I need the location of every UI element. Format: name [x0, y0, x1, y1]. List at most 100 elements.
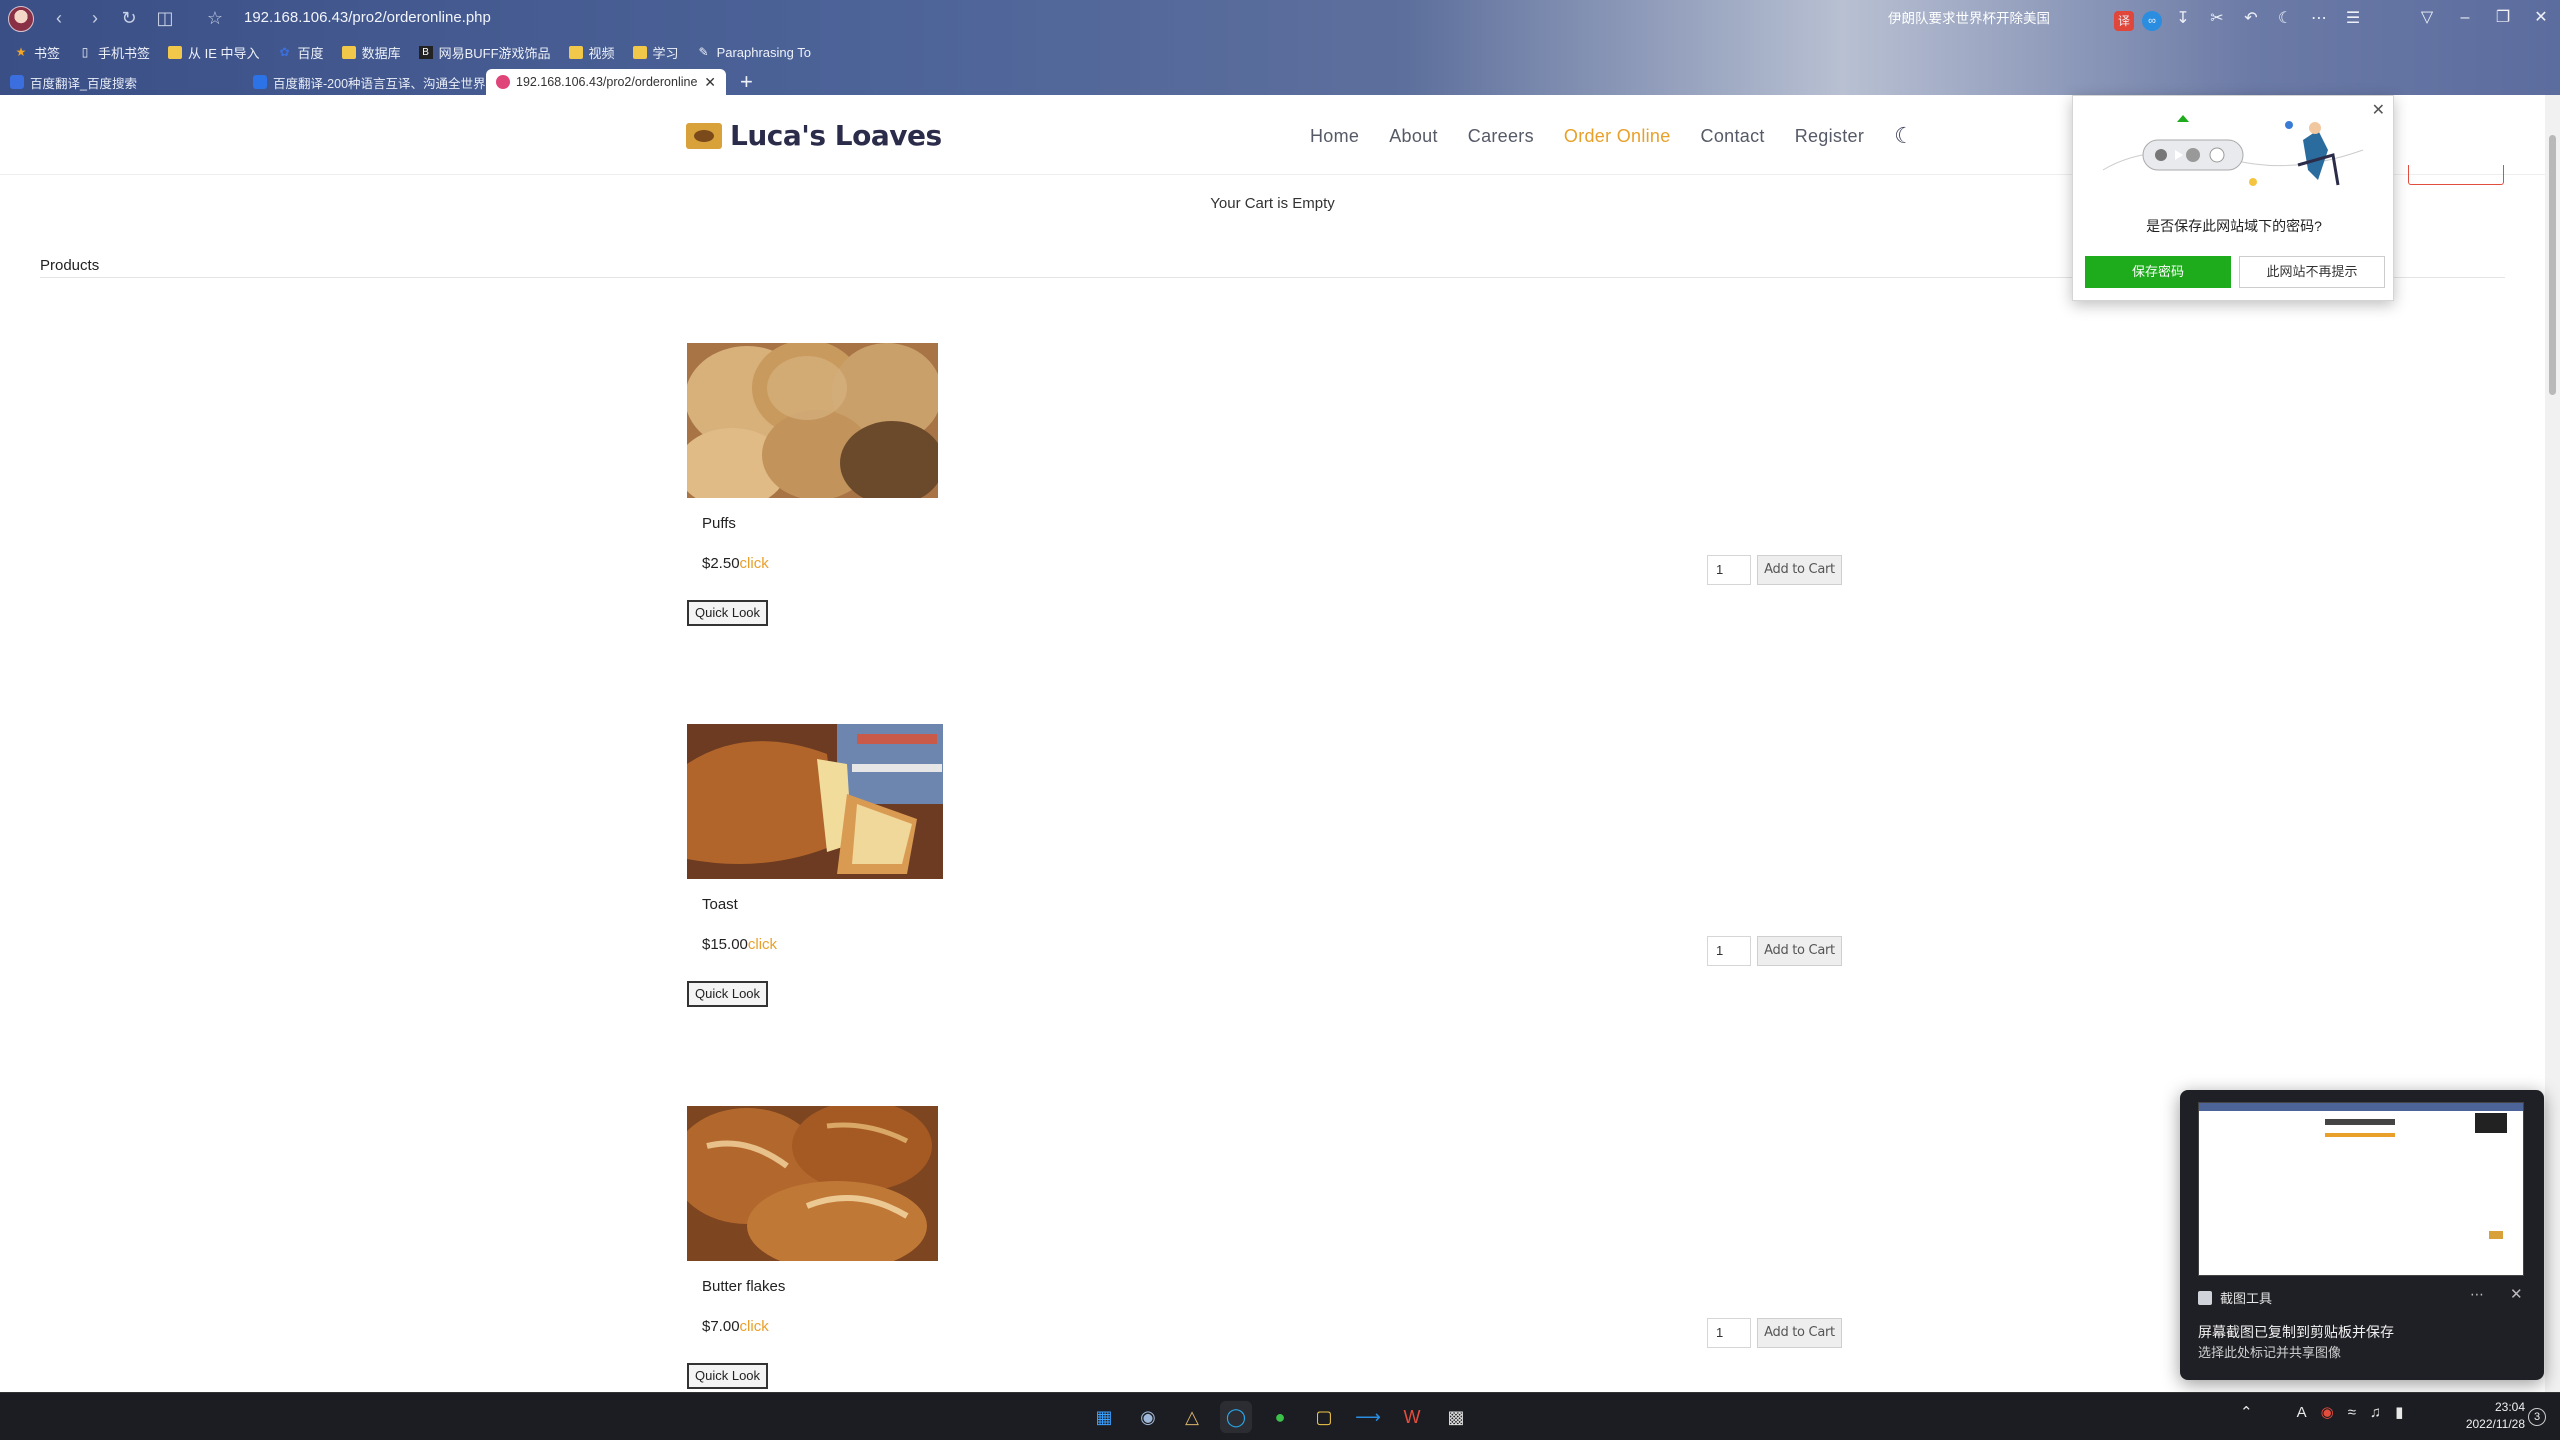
product-image-butter-flakes[interactable]	[687, 1106, 938, 1261]
minimize-icon[interactable]: –	[2446, 4, 2484, 32]
add-to-cart-button[interactable]: Add to Cart	[1757, 1318, 1842, 1348]
cut-icon[interactable]: ✂	[2204, 6, 2230, 32]
buff-icon: B	[418, 45, 433, 59]
dark-mode-toggle-icon[interactable]: ☾	[1894, 123, 1914, 149]
product-name: Puffs	[702, 515, 736, 532]
extension-icon[interactable]: ∞	[2142, 10, 2162, 31]
profile-avatar[interactable]	[8, 6, 34, 32]
tab-strip: 百度翻译_百度搜索 百度翻译-200种语言互译、沟通全世界 192.168.10…	[0, 67, 2560, 95]
nav-register[interactable]: Register	[1795, 126, 1864, 147]
night-mode-icon[interactable]: ☾	[2272, 6, 2298, 32]
quantity-input[interactable]: 1	[1707, 936, 1751, 966]
bookmark-item[interactable]: B 网易BUFF游戏饰品	[418, 43, 551, 62]
forward-icon[interactable]: ›	[84, 7, 106, 29]
screenshot-thumbnail[interactable]	[2198, 1102, 2524, 1276]
input-method-icon[interactable]: A	[2297, 1404, 2307, 1421]
wechat-icon[interactable]: ●	[1264, 1401, 1296, 1433]
terminal-icon[interactable]: ▩	[1440, 1401, 1472, 1433]
pin-icon[interactable]: ▽	[2408, 4, 2446, 32]
nav-careers[interactable]: Careers	[1468, 126, 1534, 147]
clock-date: 2022/11/28	[2465, 1417, 2525, 1431]
product-card: Toast $15.00click Quick Look 1 Add to Ca…	[687, 724, 1842, 1024]
sidebar-toggle-icon[interactable]: ◫	[154, 7, 176, 29]
product-click-link[interactable]: click	[748, 936, 777, 953]
close-tab-icon[interactable]: ✕	[704, 74, 716, 91]
dismiss-notification-icon[interactable]: ✕	[2510, 1285, 2523, 1303]
product-price: $7.00	[702, 1318, 740, 1335]
product-image-toast[interactable]	[687, 724, 943, 879]
wifi-icon[interactable]: ≈	[2348, 1404, 2356, 1421]
bookmark-star-icon[interactable]: ☆	[204, 7, 226, 29]
site-logo[interactable]: Luca's Loaves	[686, 119, 942, 152]
product-price-row: $15.00click	[702, 936, 777, 953]
quantity-input[interactable]: 1	[1707, 1318, 1751, 1348]
download-icon[interactable]: ↧	[2170, 6, 2196, 32]
vscode-icon[interactable]: ⟶	[1352, 1401, 1384, 1433]
start-icon[interactable]: ▦	[1088, 1401, 1120, 1433]
product-image-puffs[interactable]	[687, 343, 938, 498]
header-button-partial[interactable]	[2408, 165, 2504, 185]
bookmark-item[interactable]: ▯ 手机书签	[78, 43, 150, 62]
nav-contact[interactable]: Contact	[1701, 126, 1765, 147]
browser-app-icon[interactable]: ◯	[1220, 1401, 1252, 1433]
tab-baidu-translate[interactable]: 百度翻译-200种语言互译、沟通全世界	[243, 69, 486, 95]
more-icon[interactable]: ⋯	[2306, 6, 2332, 32]
back-icon[interactable]: ‹	[48, 7, 70, 29]
file-explorer-icon[interactable]: ▢	[1308, 1401, 1340, 1433]
new-tab-icon[interactable]: +	[740, 69, 753, 95]
product-price-row: $7.00click	[702, 1318, 769, 1335]
notification-badge[interactable]: 3	[2528, 1408, 2546, 1426]
undo-icon[interactable]: ↶	[2238, 6, 2264, 32]
quick-look-button[interactable]: Quick Look	[687, 600, 769, 626]
reload-icon[interactable]: ↻	[118, 7, 140, 29]
product-click-link[interactable]: click	[740, 1318, 769, 1335]
add-to-cart-button[interactable]: Add to Cart	[1757, 555, 1842, 585]
product-price: $15.00	[702, 936, 748, 953]
nav-home[interactable]: Home	[1310, 126, 1359, 147]
snipping-tool-icon	[2198, 1290, 2212, 1305]
bookmark-item[interactable]: 数据库	[341, 43, 401, 62]
antivirus-icon[interactable]: ◉	[2321, 1403, 2334, 1421]
nav-order-online[interactable]: Order Online	[1564, 126, 1671, 147]
bookmark-item[interactable]: ✎ Paraphrasing To	[697, 45, 811, 60]
add-to-cart-button[interactable]: Add to Cart	[1757, 936, 1842, 966]
tab-baidu-search[interactable]: 百度翻译_百度搜索	[0, 69, 243, 95]
windows-taskbar: ▦ ◉ △ ◯ ● ▢ ⟶ W ▩ ⌃ A ◉ ≈ ♫ ▮ 23:04 2022…	[0, 1392, 2560, 1440]
volume-icon[interactable]: ♫	[2370, 1404, 2381, 1421]
address-bar[interactable]: 192.168.106.43/pro2/orderonline.php	[244, 9, 491, 26]
browser-toolbar: ‹ › ↻ ◫ ☆ 192.168.106.43/pro2/orderonlin…	[0, 0, 2560, 38]
bookmark-item[interactable]: ★ 书签	[14, 43, 60, 62]
restore-icon[interactable]: ❐	[2484, 4, 2522, 32]
save-password-button[interactable]: 保存密码	[2085, 256, 2231, 288]
tray-overflow-icon[interactable]: ⌃	[2240, 1403, 2253, 1421]
product-click-link[interactable]: click	[740, 555, 769, 572]
more-options-icon[interactable]: ⋯	[2470, 1286, 2484, 1303]
quantity-input[interactable]: 1	[1707, 555, 1751, 585]
tab-orderonline[interactable]: 192.168.106.43/pro2/orderonline ✕	[486, 69, 726, 95]
never-for-site-button[interactable]: 此网站不再提示	[2239, 256, 2385, 288]
bookmark-item[interactable]: 视频	[568, 43, 615, 62]
battery-icon[interactable]: ▮	[2395, 1403, 2403, 1421]
bookmark-item[interactable]: ✿ 百度	[278, 43, 324, 62]
search-box[interactable]: 伊朗队要求世界杯开除美国	[1888, 8, 2108, 30]
password-save-popup: ✕ 是否保存此网站域下的密码? 保存密码 此网站不再提示	[2072, 95, 2394, 301]
bookmark-item[interactable]: 学习	[632, 43, 679, 62]
quick-look-button[interactable]: Quick Look	[687, 981, 769, 1007]
translate-icon[interactable]: 译	[2114, 10, 2134, 31]
close-window-icon[interactable]: ✕	[2522, 4, 2560, 32]
scrollbar-thumb[interactable]	[2549, 135, 2556, 395]
game-icon[interactable]: △	[1176, 1401, 1208, 1433]
nav-about[interactable]: About	[1389, 126, 1438, 147]
close-icon[interactable]: ✕	[2372, 100, 2385, 120]
page-scrollbar[interactable]	[2545, 95, 2560, 1392]
system-clock[interactable]: 23:04 2022/11/28	[2455, 1399, 2525, 1433]
screenshot-notification[interactable]: 截图工具 ⋯ ✕ 屏幕截图已复制到剪贴板并保存 选择此处标记并共享图像	[2180, 1090, 2544, 1380]
taskbar-apps: ▦ ◉ △ ◯ ● ▢ ⟶ W ▩	[1088, 1401, 1472, 1433]
menu-icon[interactable]: ☰	[2340, 6, 2366, 32]
bread-logo-icon	[686, 122, 722, 149]
bookmark-item[interactable]: 从 IE 中导入	[168, 43, 260, 62]
product-name: Butter flakes	[702, 1278, 786, 1295]
steam-icon[interactable]: ◉	[1132, 1401, 1164, 1433]
quick-look-button[interactable]: Quick Look	[687, 1363, 769, 1389]
wps-icon[interactable]: W	[1396, 1401, 1428, 1433]
